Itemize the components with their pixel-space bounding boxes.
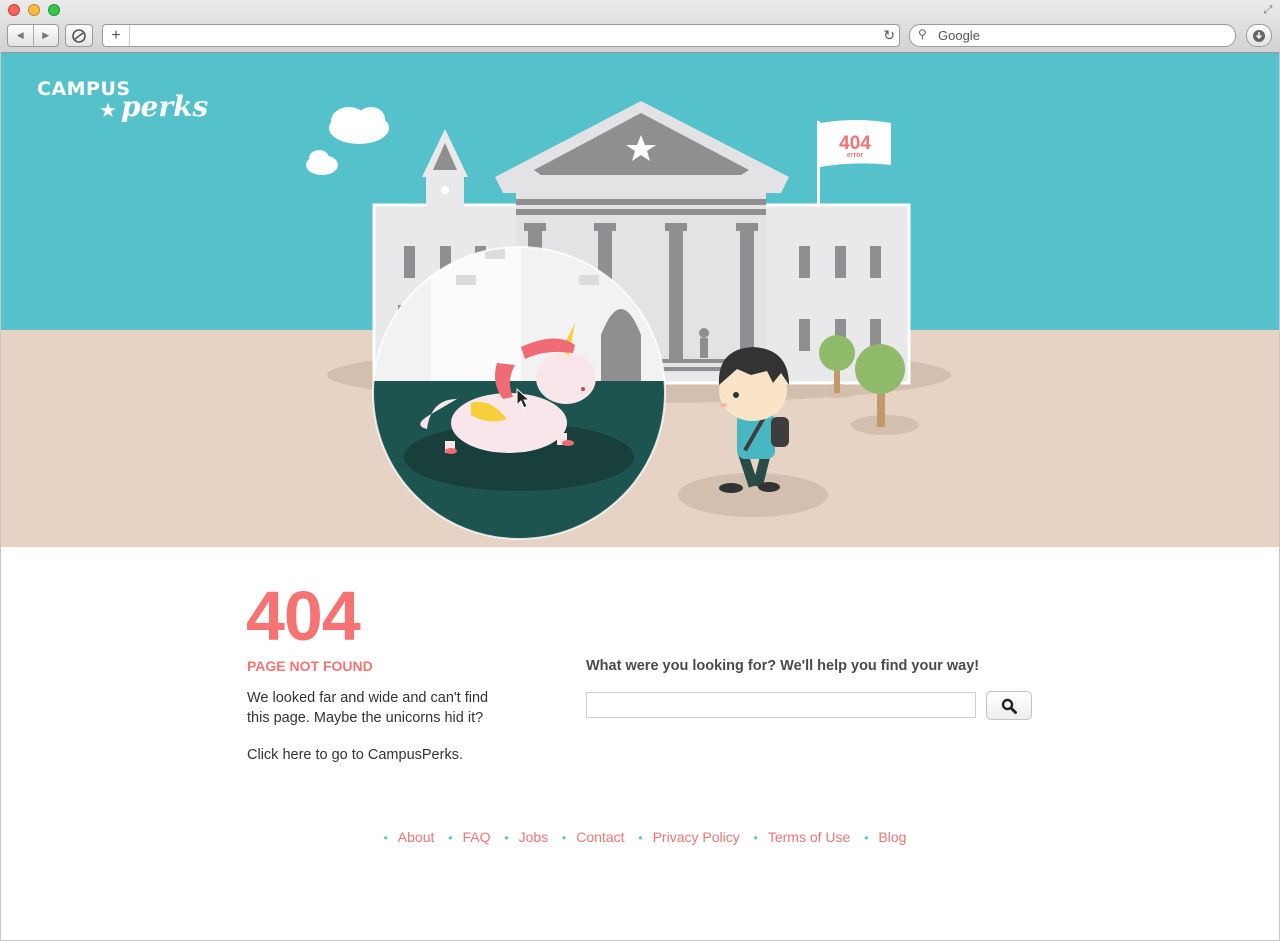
fullscreen-icon[interactable]: ⤢ [1262, 4, 1274, 16]
reload-icon[interactable]: ↻ [883, 27, 895, 44]
share-button[interactable] [65, 24, 93, 47]
footer-bullet: • [383, 831, 388, 845]
browser-search-placeholder: Google [938, 28, 980, 43]
footer-link-blog[interactable]: Blog [878, 829, 906, 845]
share-icon [72, 28, 86, 43]
browser-search-field[interactable]: ⚲ Google [909, 24, 1236, 47]
nav-buttons: ◀ ▶ [7, 24, 59, 47]
page-title: PAGE NOT FOUND [247, 658, 373, 674]
add-bookmark-icon[interactable]: + [103, 25, 130, 46]
logo-campus: CAMPUS [37, 78, 131, 100]
footer-link-faq[interactable]: FAQ [462, 829, 490, 845]
logo-star-icon: ★ [99, 100, 117, 122]
address-bar[interactable]: + ↻ [102, 24, 900, 47]
footer-bullet: • [448, 831, 453, 845]
error-content: 404 PAGE NOT FOUND We looked far and wid… [0, 547, 1280, 940]
download-icon [1253, 29, 1265, 42]
flag-code: 404 [839, 133, 871, 154]
footer-link-privacy[interactable]: Privacy Policy [653, 829, 740, 845]
minimize-window-button[interactable] [28, 4, 40, 16]
forward-button[interactable]: ▶ [34, 25, 59, 46]
error-description: We looked far and wide and can't find th… [247, 690, 489, 726]
footer-bullet: • [753, 831, 758, 845]
footer-link-contact[interactable]: Contact [576, 829, 624, 845]
footer-link-jobs[interactable]: Jobs [519, 829, 549, 845]
error-code: 404 [246, 577, 361, 655]
back-arrow-icon: ◀ [16, 30, 24, 40]
home-link[interactable]: Click here to go to CampusPerks. [247, 747, 463, 763]
footer-bullet: • [638, 831, 643, 845]
search-button[interactable] [986, 691, 1032, 720]
search-icon: ⚲ [918, 27, 927, 41]
footer-nav: • About • FAQ • Jobs • Contact • Privacy Poli… [0, 829, 1280, 845]
search-input[interactable] [586, 692, 976, 718]
footer-link-about[interactable]: About [398, 829, 435, 845]
close-window-button[interactable] [8, 4, 20, 16]
footer-link-terms[interactable]: Terms of Use [768, 829, 850, 845]
forward-arrow-icon: ▶ [42, 30, 50, 40]
footer-bullet: • [504, 831, 509, 845]
hero-illustration: 404 error CAMPUS ★ perks [1, 53, 1279, 547]
footer-bullet: • [864, 831, 869, 845]
search-icon [1001, 698, 1017, 714]
campusperks-logo[interactable]: CAMPUS ★ perks [37, 78, 208, 128]
downloads-button[interactable] [1246, 24, 1272, 47]
zoom-window-button[interactable] [48, 4, 60, 16]
back-button[interactable]: ◀ [8, 25, 34, 46]
browser-toolbar: ⤢ ◀ ▶ + ↻ ⚲ Google [0, 0, 1280, 53]
flag-sub: error [847, 152, 864, 159]
footer-bullet: • [562, 831, 567, 845]
flag-pole [817, 121, 820, 207]
search-prompt: What were you looking for? We'll help yo… [586, 658, 980, 674]
logo-perks: perks [121, 90, 209, 123]
